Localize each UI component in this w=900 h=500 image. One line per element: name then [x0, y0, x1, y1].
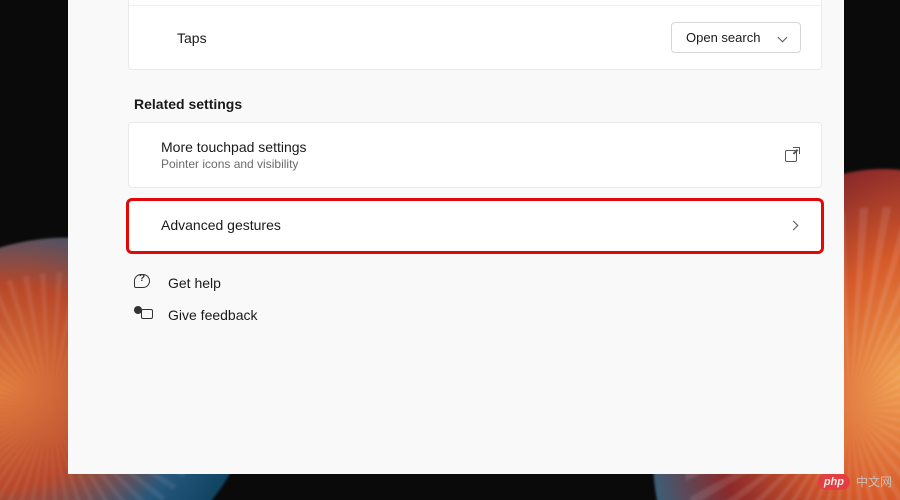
taps-setting-row: Taps Open search [129, 5, 821, 69]
link-label: Get help [168, 275, 221, 291]
taps-label: Taps [177, 30, 207, 46]
row-title: More touchpad settings [161, 139, 307, 155]
feedback-icon [134, 306, 152, 324]
advanced-gestures-row[interactable]: Advanced gestures [129, 201, 821, 251]
taps-dropdown[interactable]: Open search [671, 22, 801, 53]
give-feedback-link[interactable]: Give feedback [134, 306, 822, 324]
row-subtitle: Pointer icons and visibility [161, 157, 307, 171]
chevron-down-icon [778, 33, 788, 43]
link-label: Give feedback [168, 307, 258, 323]
get-help-link[interactable]: Get help [134, 274, 822, 292]
chevron-right-icon [789, 221, 799, 231]
footer-links: Get help Give feedback [134, 274, 822, 324]
more-touchpad-settings-row[interactable]: More touchpad settings Pointer icons and… [129, 123, 821, 187]
watermark-text: 中文网 [856, 473, 892, 490]
settings-content: Switch apps Taps Open search Related set… [128, 0, 832, 474]
help-icon [134, 274, 152, 292]
watermark: php 中文网 [818, 473, 892, 490]
dropdown-value: Open search [686, 30, 760, 45]
more-touchpad-card: More touchpad settings Pointer icons and… [128, 122, 822, 188]
touchpad-gestures-card: Switch apps Taps Open search [128, 0, 822, 70]
open-external-icon [785, 148, 799, 162]
related-settings-header: Related settings [134, 96, 822, 112]
watermark-badge: php [818, 474, 850, 490]
row-title: Advanced gestures [161, 217, 281, 233]
settings-window: Switch apps Taps Open search Related set… [68, 0, 844, 474]
advanced-gestures-card: Advanced gestures [128, 200, 822, 252]
